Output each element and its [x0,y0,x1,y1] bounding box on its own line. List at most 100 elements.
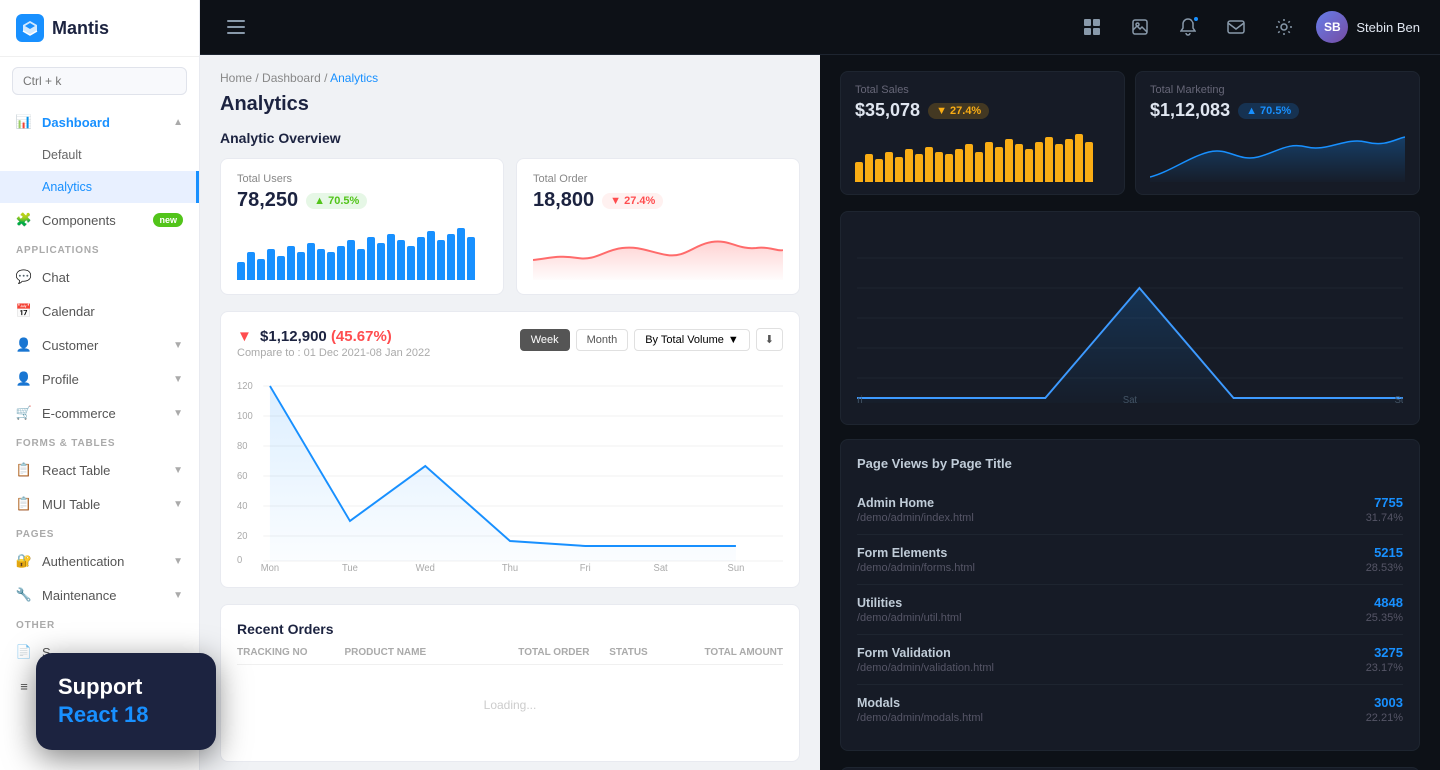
customer-icon: 👤 [16,337,32,353]
dark-stat-cards: Total Sales $35,078 ▼ 27.4% Total Market… [840,71,1420,195]
sidebar-item-components[interactable]: 🧩 Components new [0,203,199,237]
stat-label-orders: Total Order [533,173,783,185]
badge-new: new [153,213,183,227]
sidebar-item-mui-table[interactable]: 📋 MUI Table ▼ [0,487,199,521]
svg-text:Sat: Sat [654,563,668,571]
default-label: Default [42,148,82,162]
stat-cards: Total Users 78,250 ▲ 70.5% Total Order 1… [220,158,800,295]
stat-label-users: Total Users [237,173,487,185]
pv-title-1: Admin Home [857,496,974,510]
bell-icon[interactable] [1172,11,1204,43]
sidebar-item-chat[interactable]: 💬 Chat [0,260,199,294]
light-section: Home / Dashboard / Analytics Analytics A… [200,55,820,770]
sidebar-item-default[interactable]: Default [0,139,199,171]
dashboard-label: Dashboard [42,115,110,130]
chat-icon: 💬 [16,269,32,285]
profile-label: Profile [42,372,79,387]
dark-income-chart: Fri Sat Sun [840,211,1420,425]
stat-value-orders: 18,800 [533,189,594,212]
support-popup[interactable]: Support React 18 [36,653,216,750]
pv-count-5: 3003 [1366,695,1403,710]
mui-table-label: MUI Table [42,497,100,512]
btn-week[interactable]: Week [520,329,570,351]
sidebar-logo[interactable]: Mantis [0,0,199,57]
page-area: Home / Dashboard / Analytics Analytics A… [200,55,1440,770]
breadcrumb-dashboard[interactable]: Dashboard [262,71,321,85]
stat-card-users: Total Users 78,250 ▲ 70.5% [220,158,504,295]
stat-card-orders: Total Order 18,800 ▼ 27.4% [516,158,800,295]
sidebar-item-react-table[interactable]: 📋 React Table ▼ [0,453,199,487]
dark-stat-card-marketing: Total Marketing $1,12,083 ▲ 70.5% [1135,71,1420,195]
sidebar-item-maintenance[interactable]: 🔧 Maintenance ▼ [0,578,199,612]
dark-stat-label-sales: Total Sales [855,84,1110,96]
pv-pct-5: 22.21% [1366,712,1403,724]
btn-volume[interactable]: By Total Volume ▼ [634,329,750,351]
react-table-label: React Table [42,463,110,478]
recent-orders-section: Recent Orders TRACKING NO PRODUCT NAME T… [220,604,800,762]
section-label-pages: Pages [0,521,199,544]
pv-count-2: 5215 [1366,545,1403,560]
svg-text:Wed: Wed [416,563,435,571]
btn-download[interactable]: ⬇ [756,328,783,351]
dark-stat-badge-sales: ▼ 27.4% [928,103,989,119]
pv-count-4: 3275 [1366,645,1403,660]
chevron-down-icon-7: ▼ [173,590,183,601]
svg-text:Mon: Mon [261,563,279,571]
sidebar-item-analytics[interactable]: Analytics [0,171,199,203]
chevron-down-icon-4: ▼ [173,465,183,476]
col-tracking-no: TRACKING NO [237,647,336,658]
support-subtitle: React 18 [58,701,194,730]
analytic-overview-title: Analytic Overview [220,130,800,146]
dark-stat-label-marketing: Total Marketing [1150,84,1405,96]
pv-url-1: /demo/admin/index.html [857,512,974,524]
recent-orders-title: Recent Orders [237,621,333,637]
mail-icon[interactable] [1220,11,1252,43]
btn-month[interactable]: Month [576,329,629,351]
page-view-item-3: Utilities /demo/admin/util.html 4848 25.… [857,585,1403,635]
sidebar-item-authentication[interactable]: 🔐 Authentication ▼ [0,544,199,578]
search-bar[interactable] [0,57,199,105]
pv-url-3: /demo/admin/util.html [857,612,962,624]
sidebar-item-dashboard[interactable]: 📊 Dashboard ▲ [0,105,199,139]
components-icon: 🧩 [16,212,32,228]
app-name: Mantis [52,18,109,39]
chevron-down-icon: ▼ [173,340,183,351]
bell-badge [1192,15,1200,23]
image-icon[interactable] [1124,11,1156,43]
chevron-down-icon-3: ▼ [173,408,183,419]
settings-icon[interactable] [1268,11,1300,43]
page-title: Analytics [220,93,800,116]
grid-icon[interactable] [1076,11,1108,43]
sidebar-item-customer[interactable]: 👤 Customer ▼ [0,328,199,362]
topnav: SB Stebin Ben [200,0,1440,55]
pv-title-5: Modals [857,696,983,710]
table-header: TRACKING NO PRODUCT NAME TOTAL ORDER STA… [237,647,783,665]
user-info[interactable]: SB Stebin Ben [1316,11,1420,43]
components-label: Components [42,213,116,228]
page-views-section: Page Views by Page Title Admin Home /dem… [840,439,1420,751]
auth-label: Authentication [42,554,124,569]
menu-toggle-icon[interactable] [220,11,252,43]
breadcrumb-current: Analytics [330,71,378,85]
svg-text:100: 100 [237,411,253,422]
breadcrumb-home[interactable]: Home [220,71,252,85]
stat-badge-users: ▲ 70.5% [306,193,367,209]
pv-pct-4: 23.17% [1366,662,1403,674]
svg-text:80: 80 [237,441,248,452]
chevron-down-icon-2: ▼ [173,374,183,385]
svg-text:Fri: Fri [580,563,591,571]
sidebar-item-calendar[interactable]: 📅 Calendar [0,294,199,328]
sidebar-item-ecommerce[interactable]: 🛒 E-commerce ▼ [0,396,199,430]
section-label-forms: Forms & Tables [0,430,199,453]
search-input[interactable] [12,67,187,95]
dark-mini-chart-sales [855,127,1110,182]
pv-pct-2: 28.53% [1366,562,1403,574]
maintenance-label: Maintenance [42,588,116,603]
stat-badge-orders: ▼ 27.4% [602,193,663,209]
topnav-left [220,11,252,43]
sidebar-item-profile[interactable]: 👤 Profile ▼ [0,362,199,396]
dark-stat-value-sales: $35,078 [855,100,920,121]
svg-text:60: 60 [237,471,248,482]
breadcrumb: Home / Dashboard / Analytics [220,71,800,85]
col-status: STATUS [609,647,692,658]
